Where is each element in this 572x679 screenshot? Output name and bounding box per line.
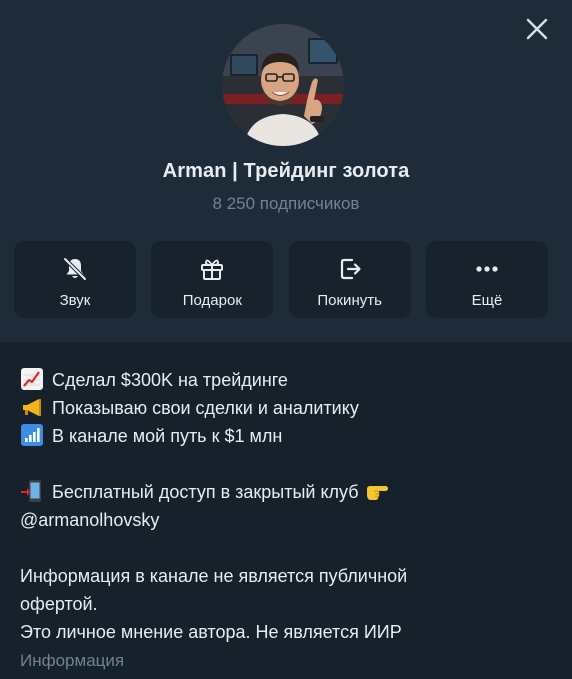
leave-button[interactable]: Покинуть [288, 241, 411, 318]
gift-icon [198, 255, 226, 283]
megaphone-emoji [20, 395, 44, 419]
leave-icon [336, 255, 364, 283]
mute-button[interactable]: Звук [14, 241, 136, 318]
description-line: Это личное мнение автора. Не является ИИ… [20, 618, 550, 646]
channel-info-panel: Arman | Трейдинг золота 8 250 подписчико… [0, 0, 572, 679]
bell-muted-icon [61, 255, 89, 283]
description-line: В канале мой путь к $1 млн [20, 422, 550, 450]
description-line-1: Сделал $300K на трейдинге [52, 370, 288, 390]
chart-increasing-emoji [20, 367, 44, 391]
subscriber-count: 8 250 подписчиков [212, 194, 360, 213]
description-line: @armanolhovsky [20, 506, 550, 534]
username-link[interactable]: @armanolhovsky [20, 510, 159, 530]
gift-label: Подарок [182, 292, 242, 309]
mute-label: Звук [59, 292, 91, 309]
description-line: Бесплатный доступ в закрытый клуб [20, 478, 550, 506]
description-text: Сделал $300K на трейдинге Показываю свои… [20, 366, 550, 646]
avatar-photo [222, 24, 344, 146]
description-line-8: Это личное мнение автора. Не является ИИ… [20, 622, 402, 642]
description-line: Сделал $300K на трейдинге [20, 366, 550, 394]
description-line: Информация в канале не является публично… [20, 562, 550, 590]
description-line: офертой. [20, 590, 550, 618]
channel-avatar[interactable] [222, 24, 344, 146]
description-line-4: Бесплатный доступ в закрытый клуб [52, 482, 359, 502]
close-icon [526, 18, 548, 40]
close-button[interactable] [522, 14, 552, 44]
gift-button[interactable]: Подарок [151, 241, 274, 318]
leave-label: Покинуть [317, 292, 382, 309]
pointing-right-emoji [365, 479, 389, 503]
signal-bars-emoji [20, 423, 44, 447]
mobile-arrow-emoji [20, 479, 44, 503]
description-line-6: Информация в канале не является публично… [20, 566, 408, 586]
more-dots-icon [473, 255, 501, 283]
description-line-3: В канале мой путь к $1 млн [52, 426, 283, 446]
description-line-7: офертой. [20, 594, 98, 614]
more-button[interactable]: Ещё [425, 241, 548, 318]
info-section-label: Информация [20, 651, 125, 670]
channel-title: Arman | Трейдинг золота [162, 160, 410, 182]
channel-header: Arman | Трейдинг золота 8 250 подписчико… [0, 0, 572, 342]
description-line-2: Показываю свои сделки и аналитику [52, 398, 359, 418]
more-label: Ещё [471, 292, 503, 309]
action-buttons: Звук Подарок Покинуть Ещё [14, 241, 548, 318]
channel-description: Сделал $300K на трейдинге Показываю свои… [0, 342, 572, 679]
description-line: Показываю свои сделки и аналитику [20, 394, 550, 422]
